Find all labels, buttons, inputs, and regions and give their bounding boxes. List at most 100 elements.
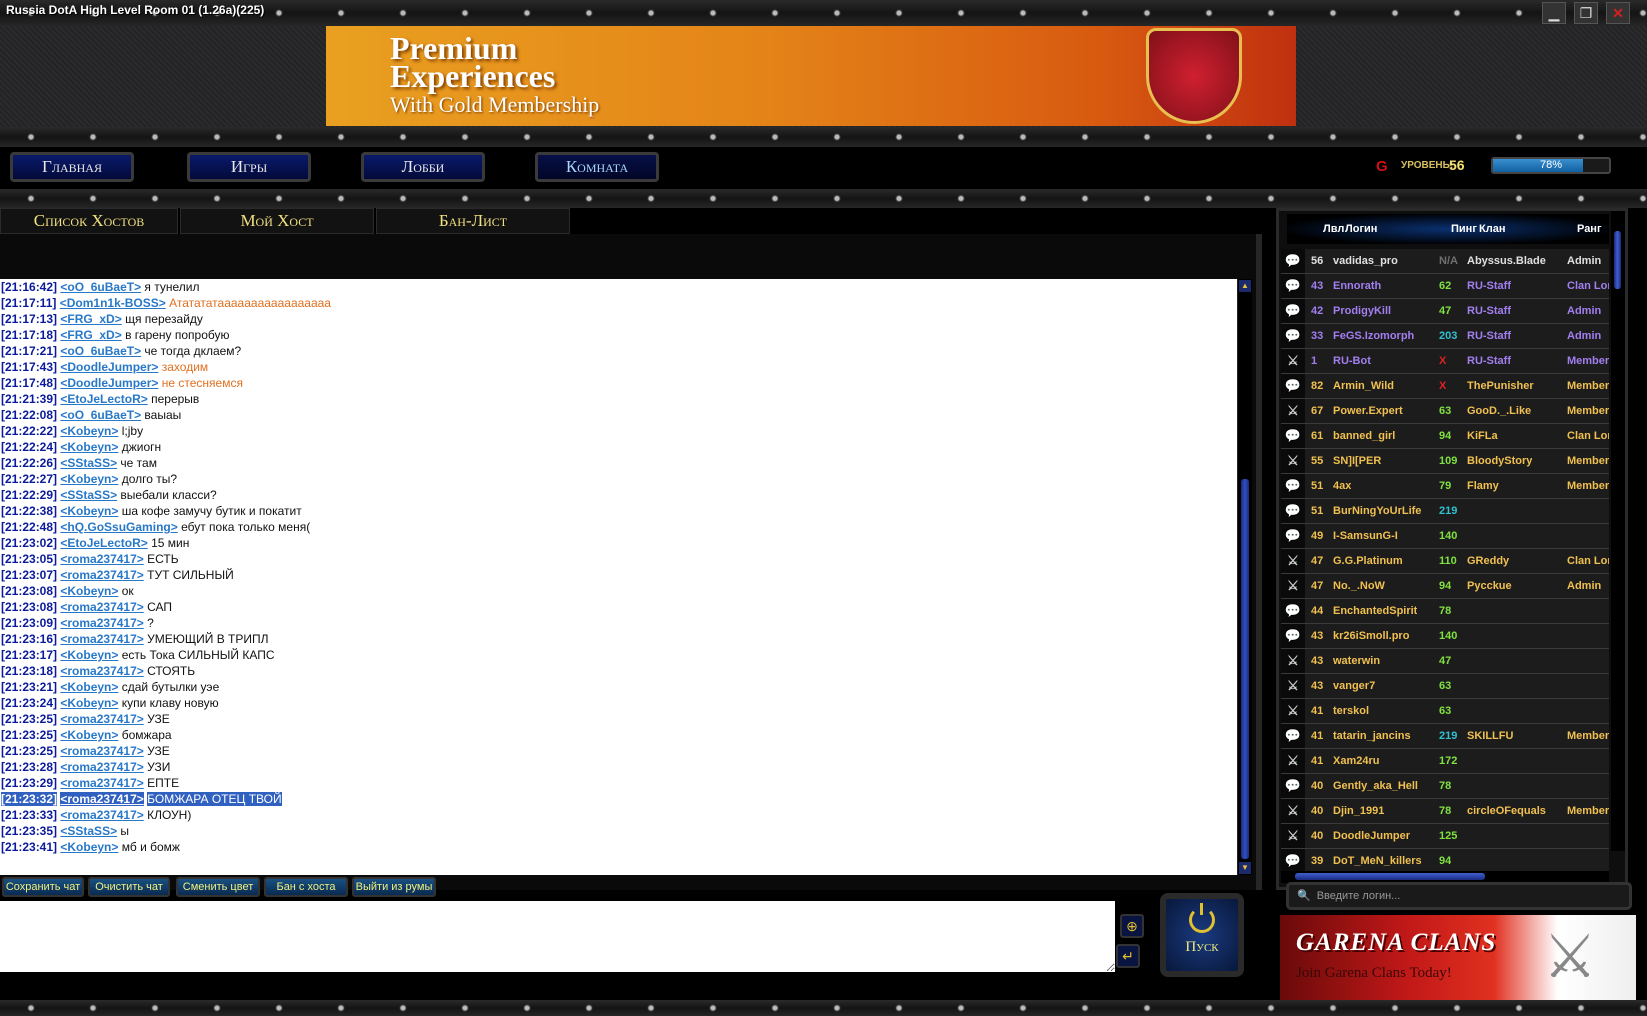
chat-timestamp: [21:23:08]	[1, 584, 58, 598]
player-login: Gently_aka_Hell	[1333, 780, 1418, 792]
ban-from-host-button[interactable]: Бан с хоста	[264, 877, 348, 897]
chat-nickname[interactable]: <oO_6uBaeT>	[60, 280, 141, 294]
chat-nickname[interactable]: <oO_6uBaeT>	[60, 408, 141, 422]
col-rank[interactable]: Ранг	[1577, 223, 1602, 235]
player-row[interactable]: 💬 51 BurNingYoUrLife 219	[1281, 499, 1609, 524]
player-row[interactable]: 💬 61 banned_girl 94 KiFLa Clan Lord	[1281, 424, 1609, 449]
chat-nickname[interactable]: <roma237417>	[60, 808, 143, 822]
player-row[interactable]: 💬 39 DoT_MeN_killers 94	[1281, 849, 1609, 871]
chat-nickname[interactable]: <roma237417>	[60, 632, 143, 646]
player-row[interactable]: ⚔ 1 RU-Bot X RU-Staff Member	[1281, 349, 1609, 374]
chat-scrollbar[interactable]: ▲ ▼	[1237, 279, 1252, 875]
player-row[interactable]: ⚔ 47 No._.NoW 94 Pycckue Admin	[1281, 574, 1609, 599]
settings-gear-icon[interactable]: ⊕	[1120, 914, 1144, 938]
chat-log[interactable]: [21:16:42] <oO_6uBaeT> я тунелил [21:17:1…	[0, 279, 1237, 875]
close-button[interactable]: ✕	[1606, 2, 1630, 24]
player-row[interactable]: 💬 33 FeGS.Izomorph 203 RU-Staff Admin	[1281, 324, 1609, 349]
player-row[interactable]: 💬 43 Ennorath 62 RU-Staff Clan Lord	[1281, 274, 1609, 299]
chat-nickname[interactable]: <Dom1n1k-BOSS>	[60, 296, 166, 310]
chat-nickname[interactable]: <FRG_xD>	[60, 328, 121, 342]
chat-nickname[interactable]: <Kobeyn>	[60, 440, 118, 454]
save-chat-button[interactable]: Сохранить чат	[2, 877, 84, 897]
chat-nickname[interactable]: <roma237417>	[60, 776, 143, 790]
chat-nickname[interactable]: <EtoJeLectoR>	[60, 392, 147, 406]
chat-timestamp: [21:23:05]	[1, 552, 58, 566]
chat-nickname[interactable]: <roma237417>	[60, 600, 143, 614]
player-row[interactable]: ⚔ 41 terskol 63	[1281, 699, 1609, 724]
chat-nickname[interactable]: <oO_6uBaeT>	[60, 344, 141, 358]
minimize-button[interactable]: ▁	[1542, 2, 1566, 24]
chat-nickname[interactable]: <roma237417>	[60, 552, 143, 566]
chat-nickname[interactable]: <roma237417>	[60, 760, 143, 774]
player-row[interactable]: 💬 82 Armin_Wild X ThePunisher Member	[1281, 374, 1609, 399]
player-row[interactable]: ⚔ 41 Xam24ru 172	[1281, 749, 1609, 774]
chat-nickname[interactable]: <roma237417>	[60, 664, 143, 678]
chat-nickname[interactable]: <Kobeyn>	[60, 680, 118, 694]
nav-home[interactable]: Главная	[10, 152, 134, 182]
chat-input[interactable]	[0, 901, 1115, 972]
chat-nickname[interactable]: <Kobeyn>	[60, 728, 118, 742]
chat-nickname[interactable]: <DoodleJumper>	[60, 376, 158, 390]
chat-nickname[interactable]: <SStaSS>	[60, 456, 117, 470]
player-row[interactable]: ⚔ 40 DoodleJumper 125	[1281, 824, 1609, 849]
player-row[interactable]: 💬 40 Gently_aka_Hell 78	[1281, 774, 1609, 799]
tab-host-list[interactable]: Список Хостов	[0, 208, 178, 234]
player-row[interactable]: 💬 42 ProdigyKill 47 RU-Staff Admin	[1281, 299, 1609, 324]
premium-ad-banner[interactable]: Premium Experiences With Gold Membership	[326, 26, 1296, 126]
restore-button[interactable]: ❐	[1574, 2, 1598, 24]
level-progress-text: 78%	[1539, 159, 1563, 171]
chat-nickname[interactable]: <Kobeyn>	[60, 648, 118, 662]
player-row[interactable]: ⚔ 47 G.G.Platinum 110 GReddy Clan Lord	[1281, 549, 1609, 574]
player-row[interactable]: 💬 56 vadidas_pro N/A Abyssus.Blade Admin	[1281, 249, 1609, 274]
chat-nickname[interactable]: <hQ.GoSsuGaming>	[60, 520, 177, 534]
chat-nickname[interactable]: <Kobeyn>	[60, 424, 118, 438]
nav-room[interactable]: Комната	[535, 152, 659, 182]
chat-nickname[interactable]: <Kobeyn>	[60, 584, 118, 598]
col-level[interactable]: Лвл	[1323, 223, 1344, 235]
vscroll-thumb[interactable]	[1614, 231, 1621, 289]
chat-nickname[interactable]: <DoodleJumper>	[60, 360, 158, 374]
nav-lobby[interactable]: Лобби	[361, 152, 485, 182]
chat-nickname[interactable]: <SStaSS>	[60, 488, 117, 502]
scroll-up-icon[interactable]: ▲	[1239, 280, 1251, 292]
garena-clans-banner[interactable]: GARENA CLANS Join Garena Clans Today! ⚔	[1280, 915, 1636, 1000]
chat-nickname[interactable]: <roma237417>	[60, 568, 143, 582]
clear-chat-button[interactable]: Очистить чат	[88, 877, 170, 897]
chat-nickname[interactable]: <EtoJeLectoR>	[60, 536, 147, 550]
leave-room-button[interactable]: Выйти из румы	[352, 877, 436, 897]
chat-nickname[interactable]: <roma237417>	[60, 616, 143, 630]
start-button[interactable]: Пуск	[1160, 893, 1244, 977]
chat-nickname[interactable]: <Kobeyn>	[60, 696, 118, 710]
hscroll-thumb[interactable]	[1295, 873, 1485, 880]
col-login[interactable]: Логин	[1345, 223, 1377, 235]
player-row[interactable]: ⚔ 43 vanger7 63	[1281, 674, 1609, 699]
send-enter-icon[interactable]: ↵	[1116, 944, 1140, 968]
chat-nickname[interactable]: <Kobeyn>	[60, 840, 118, 854]
player-row[interactable]: 💬 41 tatarin_jancins 219 SKILLFU Member	[1281, 724, 1609, 749]
chat-nickname[interactable]: <roma237417>	[60, 744, 143, 758]
chat-nickname[interactable]: <FRG_xD>	[60, 312, 121, 326]
player-row[interactable]: 💬 44 EnchantedSpirit 78	[1281, 599, 1609, 624]
chat-nickname[interactable]: <Kobeyn>	[60, 504, 118, 518]
scroll-down-icon[interactable]: ▼	[1239, 862, 1251, 874]
player-row[interactable]: 💬 49 I-SamsunG-I 140	[1281, 524, 1609, 549]
col-ping[interactable]: Пинг	[1451, 223, 1477, 235]
player-list-vscrollbar[interactable]	[1611, 211, 1625, 851]
player-row[interactable]: 💬 43 kr26iSmoll.pro 140	[1281, 624, 1609, 649]
player-row[interactable]: 💬 51 4ax 79 Flamy Member	[1281, 474, 1609, 499]
nav-games[interactable]: Игры	[187, 152, 311, 182]
chat-nickname[interactable]: <roma237417>	[60, 792, 144, 806]
chat-nickname[interactable]: <SStaSS>	[60, 824, 117, 838]
chat-nickname[interactable]: <roma237417>	[60, 712, 143, 726]
col-clan[interactable]: Клан	[1479, 223, 1505, 235]
chat-scroll-thumb[interactable]	[1241, 479, 1249, 859]
player-search-input[interactable]: 🔍 Введите логин...	[1286, 882, 1632, 910]
change-color-button[interactable]: Сменить цвет	[176, 877, 260, 897]
tab-my-host[interactable]: Мой Хост	[180, 208, 374, 234]
player-row[interactable]: ⚔ 40 Djin_1991 78 circleOFequals Member	[1281, 799, 1609, 824]
player-row[interactable]: ⚔ 43 waterwin 47	[1281, 649, 1609, 674]
player-row[interactable]: ⚔ 55 SN]I[PER 109 BloodyStory Member	[1281, 449, 1609, 474]
player-row[interactable]: ⚔ 67 Power.Expert 63 GooD._.Like Member	[1281, 399, 1609, 424]
chat-nickname[interactable]: <Kobeyn>	[60, 472, 118, 486]
tab-ban-list[interactable]: Бан-Лист	[376, 208, 570, 234]
